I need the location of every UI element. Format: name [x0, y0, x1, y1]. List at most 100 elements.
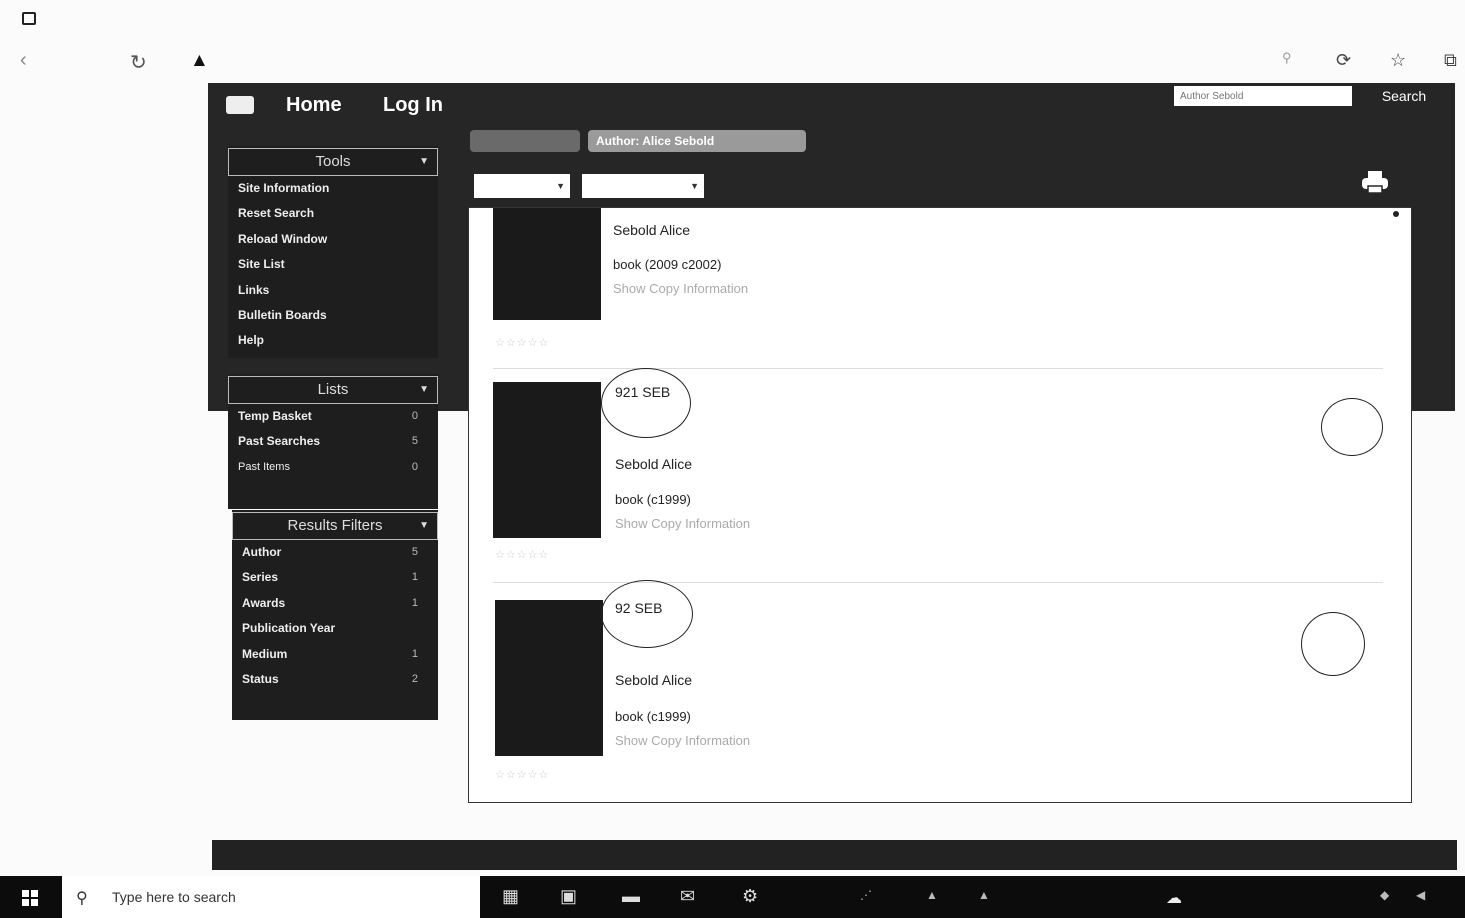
print-icon[interactable]: [1360, 170, 1390, 194]
handwritten-circle-annotation: [1321, 398, 1383, 456]
tools-item-site-information[interactable]: Site Information: [228, 176, 438, 201]
filter-item-label: Awards: [242, 595, 286, 610]
filter-item-label: Author: [242, 545, 282, 559]
lists-item-past-searches[interactable]: Past Searches 5: [228, 429, 438, 454]
handwritten-circle-annotation: [601, 368, 691, 438]
result-call-number: 92 SEB: [615, 600, 663, 616]
tab-page-icon[interactable]: [22, 12, 36, 25]
results-list[interactable]: ☆☆☆☆☆ Sebold Alice book (2009 c2002) Sho…: [468, 207, 1412, 803]
taskbar-app-icon[interactable]: ▲: [978, 888, 990, 902]
chevron-down-icon: ▼: [419, 384, 429, 395]
nav-login-link[interactable]: Log In: [383, 94, 443, 117]
rating-stars-icon[interactable]: ☆☆☆☆☆: [495, 548, 549, 561]
result-cover-thumbnail[interactable]: [493, 382, 601, 538]
filter-item-author[interactable]: Author 5: [232, 540, 438, 565]
tools-item-reset-search[interactable]: Reset Search: [228, 201, 438, 226]
tools-item-help[interactable]: Help: [228, 328, 438, 353]
filter-item-publication-year[interactable]: Publication Year: [232, 616, 438, 641]
lists-panel-title: Lists: [317, 381, 349, 398]
lists-item-count: 0: [411, 460, 418, 473]
address-bar-key-icon[interactable]: ⚲: [1282, 50, 1292, 66]
filter-item-label: Status: [242, 671, 279, 686]
extension-icon[interactable]: ⟳: [1336, 50, 1351, 71]
tools-item-bulletin-boards[interactable]: Bulletin Boards: [228, 303, 438, 328]
tools-panel: Tools ▼ Site Information Reset Search Re…: [228, 146, 438, 358]
results-filters-header[interactable]: Results Filters ▼: [232, 512, 438, 540]
filter-item-count: 1: [411, 647, 418, 660]
show-copy-information-link[interactable]: Show Copy Information: [613, 281, 748, 296]
filter-item-label: Publication Year: [242, 621, 336, 636]
result-author[interactable]: Sebold Alice: [615, 672, 692, 688]
filter-item-count: 2: [411, 672, 418, 685]
taskbar-search-placeholder: Type here to search: [112, 889, 236, 905]
store-icon[interactable]: ▣: [560, 886, 577, 907]
filter-item-status[interactable]: Status 2: [232, 667, 438, 692]
rating-stars-icon[interactable]: ☆☆☆☆☆: [495, 336, 549, 349]
favorite-star-icon[interactable]: ☆: [1390, 50, 1406, 71]
lists-panel-header[interactable]: Lists ▼: [228, 376, 438, 404]
lists-panel: Lists ▼ Temp Basket 0 Past Searches 5 Pa…: [228, 374, 438, 509]
filter-item-medium[interactable]: Medium 1: [232, 642, 438, 667]
lists-item-count: 5: [411, 435, 418, 448]
reload-icon[interactable]: ↻: [130, 50, 147, 75]
tools-panel-header[interactable]: Tools ▼: [228, 148, 438, 176]
lists-item-past-items[interactable]: Past Items 0: [228, 455, 438, 480]
filter-item-count: 1: [411, 571, 418, 584]
taskbar-search-box[interactable]: ⚲ Type here to search: [62, 876, 480, 918]
result-author[interactable]: Sebold Alice: [613, 222, 690, 238]
result-author[interactable]: Sebold Alice: [615, 456, 692, 472]
result-edition: book (c1999): [615, 492, 691, 507]
search-button[interactable]: Search: [1364, 86, 1444, 106]
result-divider: [493, 368, 1383, 369]
tools-item-links[interactable]: Links: [228, 278, 438, 303]
filter-item-count: 1: [411, 596, 418, 609]
rating-stars-icon[interactable]: ☆☆☆☆☆: [495, 768, 549, 781]
chevron-down-icon: ▼: [419, 156, 429, 167]
tools-item-reload-window[interactable]: Reload Window: [228, 227, 438, 252]
back-arrow-icon[interactable]: ‹: [20, 49, 27, 72]
mail-icon[interactable]: ✉: [680, 886, 695, 907]
breadcrumb-chip-search[interactable]: [470, 130, 580, 152]
tools-panel-title: Tools: [315, 153, 351, 170]
result-cover-thumbnail[interactable]: [493, 208, 601, 320]
sort-select[interactable]: ▼: [474, 174, 570, 198]
browser-nav-bar: ‹ ↻ ▲ ⚲ ⟳ ☆ ⧉: [0, 42, 1465, 82]
filter-item-count: 5: [411, 546, 418, 558]
result-edition: book (2009 c2002): [613, 257, 722, 272]
chevron-down-icon: ▼: [419, 520, 429, 531]
search-input[interactable]: [1174, 86, 1352, 106]
app-footer: [212, 840, 1457, 870]
filter-item-label: Series: [242, 570, 279, 585]
network-icon[interactable]: ◆: [1380, 888, 1389, 902]
taskbar-app-icon[interactable]: ▲: [926, 888, 938, 902]
breadcrumb-chip-author[interactable]: Author: Alice Sebold: [588, 130, 806, 152]
browser-tab-strip: [0, 0, 1465, 38]
file-explorer-icon[interactable]: ▬: [622, 886, 640, 907]
lists-item-label: Past Searches: [238, 434, 321, 449]
volume-icon[interactable]: ◀: [1416, 888, 1425, 902]
result-cover-thumbnail[interactable]: [495, 600, 603, 756]
tools-item-site-list[interactable]: Site List: [228, 252, 438, 277]
handwritten-circle-annotation: [1301, 612, 1365, 676]
not-secure-warning-icon[interactable]: ▲: [190, 50, 209, 72]
windows-start-icon[interactable]: [22, 890, 38, 906]
result-call-number: 921 SEB: [615, 384, 671, 400]
results-filters-title: Results Filters: [287, 517, 383, 534]
taskbar-app-icon[interactable]: ⋰: [860, 888, 872, 902]
lists-item-label: Past Items: [238, 460, 290, 473]
show-copy-information-link[interactable]: Show Copy Information: [615, 733, 750, 748]
page-size-select[interactable]: ▼: [582, 174, 704, 198]
scrollbar-thumb[interactable]: [1393, 211, 1399, 217]
task-view-icon[interactable]: ▦: [502, 886, 519, 907]
settings-gear-icon[interactable]: ⚙: [742, 886, 758, 907]
filter-item-label: Medium: [242, 646, 288, 661]
lists-item-temp-basket[interactable]: Temp Basket 0: [228, 404, 438, 429]
chevron-down-icon: ▼: [690, 181, 699, 191]
filter-item-awards[interactable]: Awards 1: [232, 591, 438, 616]
app-logo-icon: [226, 96, 254, 114]
onedrive-cloud-icon[interactable]: ☁: [1166, 888, 1182, 908]
nav-home-link[interactable]: Home: [286, 94, 342, 117]
collections-icon[interactable]: ⧉: [1444, 50, 1457, 71]
show-copy-information-link[interactable]: Show Copy Information: [615, 516, 750, 531]
filter-item-series[interactable]: Series 1: [232, 565, 438, 590]
